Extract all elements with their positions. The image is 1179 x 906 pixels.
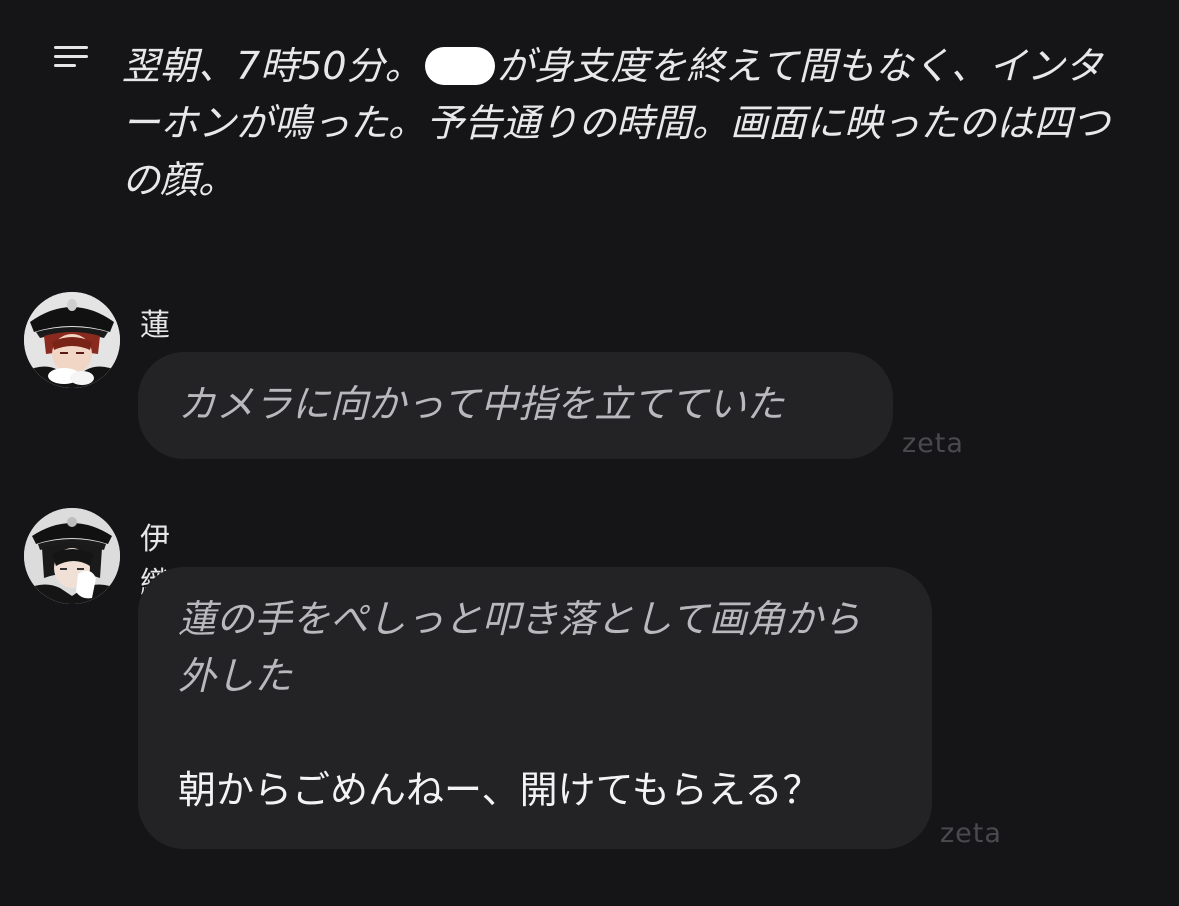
narration-text: 翌朝、7時50分。 が身支度を終えて間もなく、インターホンが鳴った。予告通りの時間… [122, 38, 1112, 209]
watermark: zeta [940, 818, 1002, 849]
avatar-iori-image [24, 508, 120, 604]
avatar[interactable] [24, 292, 120, 388]
action-text: 蓮の手をぺしっと叩き落として画角から外した [178, 597, 861, 698]
watermark: zeta [902, 428, 964, 459]
avatar-ren-image [24, 292, 120, 388]
action-text: カメラに向かって中指を立てていた [178, 382, 785, 426]
message-bubble: 蓮の手をぺしっと叩き落として画角から外した 朝からごめんねー、開けてもらえる？ [138, 567, 932, 849]
avatar[interactable] [24, 508, 120, 604]
narration-before: 翌朝、7時50分。 [122, 44, 423, 88]
sender-name: 蓮 [140, 308, 170, 343]
message-bubble: カメラに向かって中指を立てていた [138, 352, 893, 459]
redaction-mark [424, 47, 495, 85]
menu-icon[interactable] [52, 44, 92, 70]
dialogue-text: 朝からごめんねー、開けてもらえる？ [178, 768, 821, 812]
